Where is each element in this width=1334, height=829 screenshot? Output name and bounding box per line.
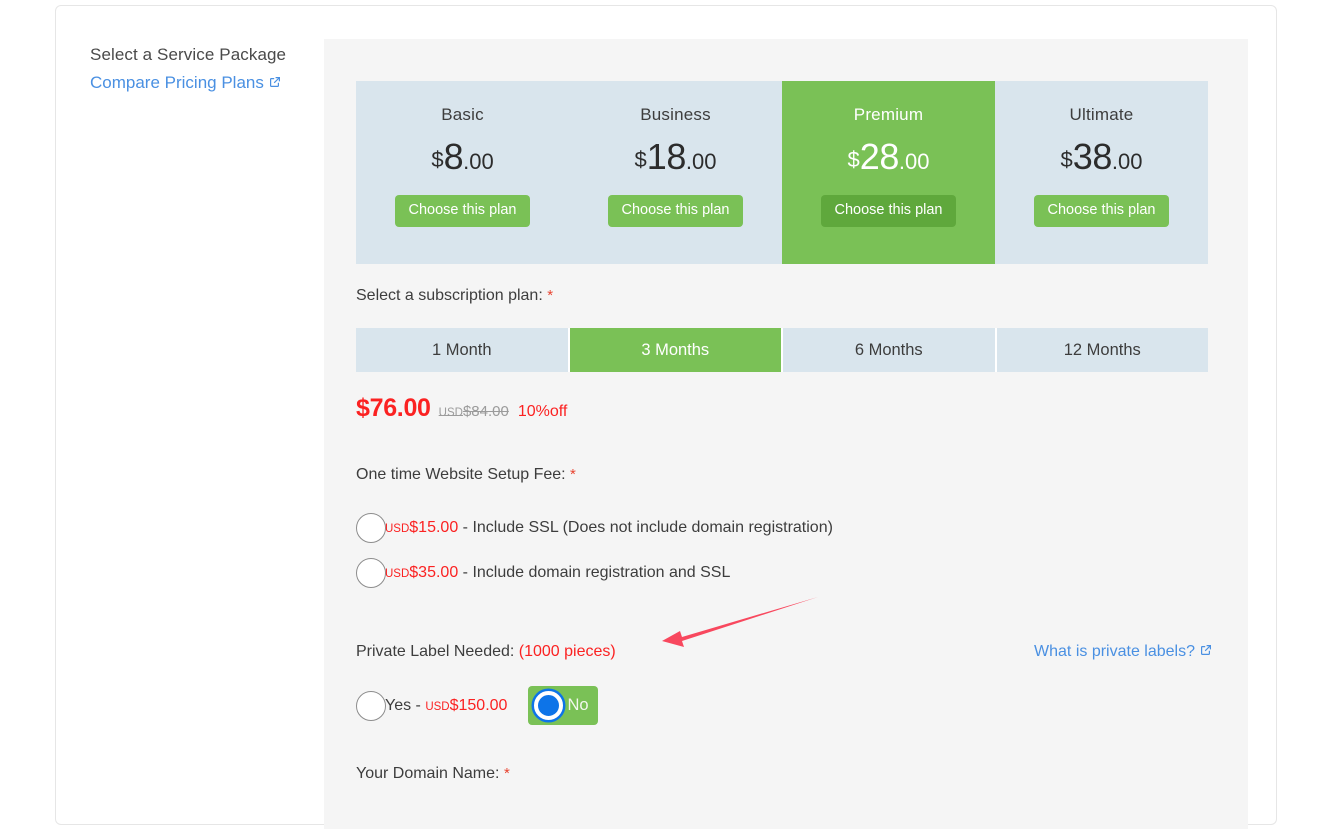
private-label-yes-label: Yes - USD$150.00 (385, 697, 507, 715)
plan-price-decimal: .00 (685, 149, 717, 174)
plan-price: $8.00 (431, 139, 493, 175)
subscription-duration-tabs: 1 Month 3 Months 6 Months 12 Months (356, 328, 1208, 372)
radio-button-selected-icon[interactable] (534, 691, 564, 720)
setup-fee-amount: $35.00 (409, 564, 459, 581)
page-title: Select a Service Package (90, 45, 287, 64)
duration-tab-12-months[interactable]: 12 Months (996, 328, 1208, 372)
duration-tab-6-months[interactable]: 6 Months (783, 328, 997, 372)
original-price-amount: $84.00 (462, 403, 509, 420)
setup-fee-currency: USD (385, 523, 410, 535)
private-label-options: Yes - USD$150.00 No (356, 686, 598, 725)
compare-pricing-plans-label: Compare Pricing Plans (90, 73, 264, 92)
required-asterisk: * (547, 287, 554, 304)
plan-price-currency: $ (847, 147, 860, 172)
setup-fee-description: - Include SSL (Does not include domain r… (458, 519, 833, 536)
setup-fee-option-35[interactable]: USD$35.00 - Include domain registration … (356, 558, 730, 588)
plan-price-decimal: .00 (463, 149, 494, 174)
plan-price-currency: $ (634, 147, 647, 172)
plan-price-integer: 8 (443, 136, 464, 177)
plan-card-ultimate[interactable]: Ultimate $38.00 Choose this plan (995, 81, 1208, 264)
plan-price: $28.00 (848, 139, 930, 175)
subscription-plan-label: Select a subscription plan: * (356, 287, 553, 305)
required-asterisk: * (503, 765, 510, 782)
choose-plan-button[interactable]: Choose this plan (821, 195, 956, 227)
radio-button-icon[interactable] (356, 513, 386, 543)
setup-fee-description: - Include domain registration and SSL (458, 564, 731, 581)
plan-card-business[interactable]: Business $18.00 Choose this plan (569, 81, 782, 264)
plan-name: Basic (441, 105, 484, 124)
domain-name-label-text: Your Domain Name: (356, 765, 500, 782)
plan-price: $38.00 (1061, 139, 1143, 175)
setup-fee-amount: $15.00 (409, 519, 459, 536)
plan-price-currency: $ (1060, 147, 1073, 172)
private-label-currency: USD (425, 700, 450, 713)
discount-badge: 10%off (517, 403, 568, 420)
external-link-icon (1200, 644, 1212, 656)
choose-plan-button[interactable]: Choose this plan (1034, 195, 1169, 227)
plan-price-currency: $ (431, 147, 444, 172)
private-label-no-label: No (567, 696, 589, 714)
external-link-icon (269, 76, 281, 88)
plan-price-integer: 18 (646, 136, 687, 177)
setup-fee-option-label: USD$35.00 - Include domain registration … (385, 564, 730, 582)
plan-price-decimal: .00 (1111, 149, 1143, 174)
compare-pricing-plans-link[interactable]: Compare Pricing Plans (90, 68, 281, 98)
duration-tab-3-months[interactable]: 3 Months (569, 328, 783, 372)
original-price: USD$84.00 (439, 403, 509, 420)
private-label-heading-text: Private Label Needed: (356, 643, 515, 660)
private-label-amount: $150.00 (449, 696, 508, 714)
plan-price-decimal: .00 (898, 149, 930, 174)
plan-card-premium[interactable]: Premium $28.00 Choose this plan (782, 81, 995, 264)
choose-plan-button[interactable]: Choose this plan (608, 195, 743, 227)
duration-tab-1-month[interactable]: 1 Month (356, 328, 570, 372)
plan-price-integer: 38 (1072, 136, 1113, 177)
plan-price-integer: 28 (859, 136, 900, 177)
what-is-private-labels-label: What is private labels? (1034, 643, 1195, 660)
plan-name: Premium (853, 105, 924, 124)
setup-fee-option-15[interactable]: USD$15.00 - Include SSL (Does not includ… (356, 513, 833, 543)
service-package-sidebar: Select a Service Package Compare Pricing… (90, 42, 330, 98)
subscription-price-summary: $76.00 USD$84.00 10%off (356, 394, 567, 423)
plan-name: Business (640, 105, 711, 124)
page-card: Select a Service Package Compare Pricing… (55, 5, 1277, 829)
domain-name-label: Your Domain Name: * (356, 765, 510, 783)
private-label-pieces: (1000 pieces) (518, 643, 616, 660)
setup-fee-option-label: USD$15.00 - Include SSL (Does not includ… (385, 519, 833, 537)
pricing-plan-cards: Basic $8.00 Choose this plan Business $1… (356, 81, 1208, 264)
plan-name: Ultimate (1069, 105, 1134, 124)
setup-fee-label-text: One time Website Setup Fee: (356, 466, 566, 483)
plan-card-basic[interactable]: Basic $8.00 Choose this plan (356, 81, 569, 264)
required-asterisk: * (570, 466, 576, 483)
original-price-currency: USD (438, 407, 463, 419)
radio-button-icon[interactable] (356, 558, 386, 588)
setup-fee-label: One time Website Setup Fee: * (356, 466, 576, 484)
radio-button-icon[interactable] (356, 690, 386, 721)
choose-plan-button[interactable]: Choose this plan (395, 195, 530, 227)
order-form-panel: Basic $8.00 Choose this plan Business $1… (324, 39, 1248, 829)
current-price: $76.00 (356, 394, 431, 422)
private-label-no-option[interactable]: No (528, 686, 598, 725)
subscription-plan-label-text: Select a subscription plan: (356, 287, 543, 304)
private-label-heading: Private Label Needed: (1000 pieces) (356, 643, 616, 661)
private-label-yes-text: Yes - (385, 696, 426, 714)
setup-fee-currency: USD (385, 568, 410, 580)
what-is-private-labels-link[interactable]: What is private labels? (1034, 643, 1212, 661)
plan-price: $18.00 (635, 139, 717, 175)
